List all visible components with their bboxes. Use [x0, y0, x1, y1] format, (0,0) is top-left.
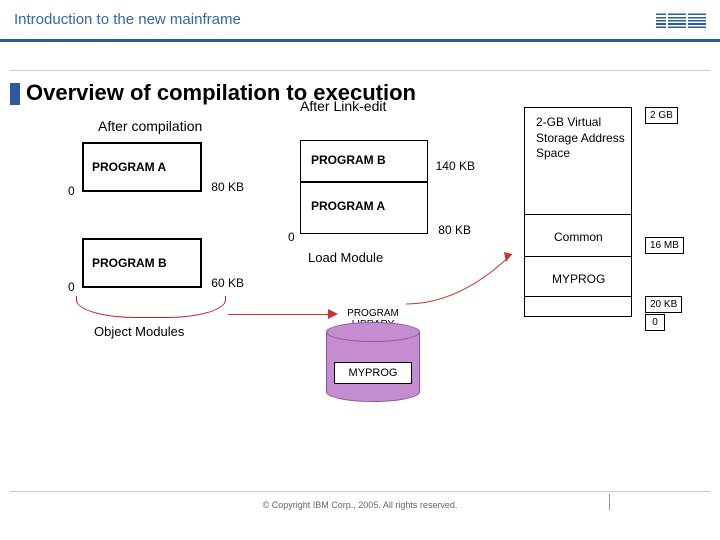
program-a-origin: 0	[68, 184, 75, 198]
load-program-a-label: PROGRAM A	[311, 199, 385, 213]
mark-2gb: 2 GB	[645, 107, 678, 124]
program-b-size: 60 KB	[211, 276, 244, 290]
program-a-size: 80 KB	[211, 180, 244, 194]
load-program-a-size: 80 KB	[438, 223, 471, 237]
load-program-b-box: PROGRAM B 140 KB	[300, 140, 428, 182]
mark-zero: 0	[645, 314, 665, 331]
program-b-origin: 0	[68, 280, 75, 294]
copyright-text: © Copyright IBM Corp., 2005. All rights …	[0, 500, 720, 510]
library-member-label: MYPROG	[334, 362, 412, 384]
program-a-label: PROGRAM A	[92, 160, 166, 174]
arrow-objects-to-library	[228, 300, 338, 328]
mark-16mb: 16 MB	[645, 237, 684, 254]
after-linkedit-heading: After Link-edit	[300, 98, 386, 114]
program-b-label: PROGRAM B	[92, 256, 167, 270]
footer-separator	[609, 494, 610, 510]
myprog-region-label: MYPROG	[552, 272, 605, 286]
header-title: Introduction to the new mainframe	[14, 11, 241, 28]
after-compilation-heading: After compilation	[98, 118, 202, 134]
title-accent	[10, 83, 20, 105]
brace-icon	[76, 296, 226, 318]
object-modules-label: Object Modules	[94, 324, 184, 339]
slide-header: Introduction to the new mainframe	[0, 0, 720, 42]
arrow-loadmod-to-addrspace	[400, 248, 524, 308]
address-space-description: 2-GB Virtual Storage Address Space	[536, 115, 626, 162]
load-origin: 0	[288, 230, 295, 244]
divider-top	[10, 70, 710, 71]
program-library-cylinder: MYPROG	[326, 322, 420, 412]
load-program-b-label: PROGRAM B	[311, 153, 386, 167]
load-program-b-size: 140 KB	[436, 159, 475, 173]
divider-bottom	[10, 491, 710, 492]
common-region-label: Common	[554, 230, 603, 244]
program-a-object-box: PROGRAM A 80 KB	[82, 142, 202, 192]
ibm-logo	[656, 12, 706, 28]
mark-20kb: 20 KB	[645, 296, 682, 313]
load-module-label: Load Module	[308, 250, 383, 265]
load-program-a-box: PROGRAM A 80 KB	[300, 182, 428, 234]
program-b-object-box: PROGRAM B 60 KB	[82, 238, 202, 288]
